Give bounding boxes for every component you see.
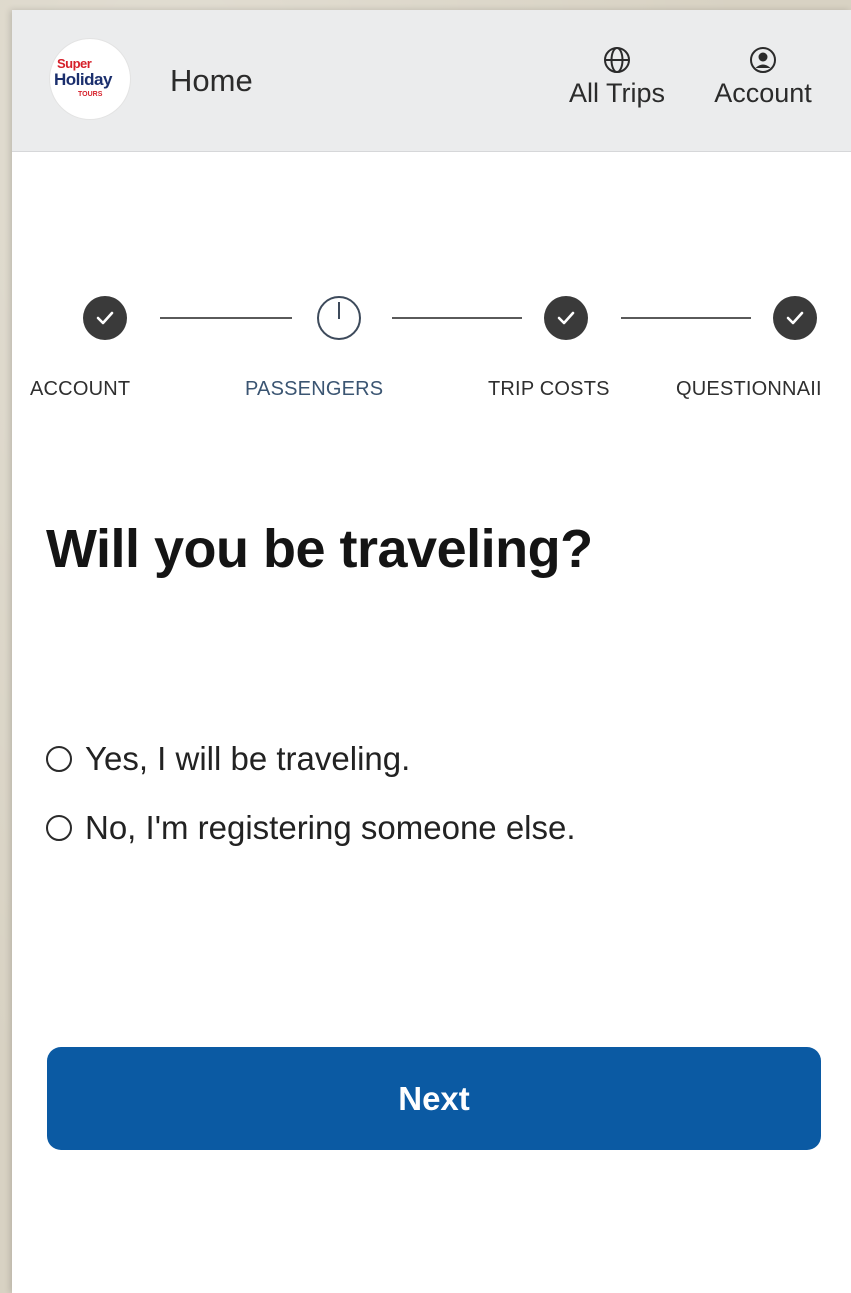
step-label-questionnaire: QUESTIONNAII xyxy=(676,378,822,400)
step-questionnaire-check-icon xyxy=(773,296,817,340)
logo-text-holiday: Holiday xyxy=(54,70,112,89)
account-label: Account xyxy=(714,78,812,108)
logo-text-super: Super xyxy=(57,56,92,71)
progress-stepper: ACCOUNT PASSENGERS TRIP COSTS QUESTIONNA… xyxy=(12,296,851,400)
next-button[interactable]: Next xyxy=(47,1047,821,1150)
option-yes-traveling[interactable]: Yes, I will be traveling. xyxy=(46,740,410,778)
option-label: No, I'm registering someone else. xyxy=(85,809,576,846)
step-connector xyxy=(621,317,751,319)
step-connector xyxy=(392,317,522,319)
top-navigation-bar: Super Holiday TOURS Home All Trips Accou… xyxy=(12,10,851,152)
brand-logo[interactable]: Super Holiday TOURS xyxy=(50,39,130,119)
step-connector xyxy=(160,317,292,319)
radio-button[interactable] xyxy=(46,815,72,841)
logo-text-tours: TOURS xyxy=(78,91,103,98)
home-link[interactable]: Home xyxy=(170,63,253,99)
option-registering-someone-else[interactable]: No, I'm registering someone else. xyxy=(46,809,576,847)
globe-icon xyxy=(604,47,630,73)
app-screen: Super Holiday TOURS Home All Trips Accou… xyxy=(12,10,851,1293)
account-nav[interactable]: Account xyxy=(699,45,827,109)
step-account-check-icon xyxy=(83,296,127,340)
step-label-passengers: PASSENGERS xyxy=(245,378,384,400)
page-title: Will you be traveling? xyxy=(46,519,593,579)
step-label-account: ACCOUNT xyxy=(30,378,131,400)
step-trip-costs-check-icon xyxy=(544,296,588,340)
step-passengers-progress-icon xyxy=(317,296,361,340)
option-label: Yes, I will be traveling. xyxy=(85,740,411,777)
all-trips-label: All Trips xyxy=(568,78,666,108)
step-label-trip-costs: TRIP COSTS xyxy=(488,378,610,400)
radio-button[interactable] xyxy=(46,746,72,772)
all-trips-nav[interactable]: All Trips xyxy=(557,45,677,109)
user-circle-icon xyxy=(750,47,776,73)
